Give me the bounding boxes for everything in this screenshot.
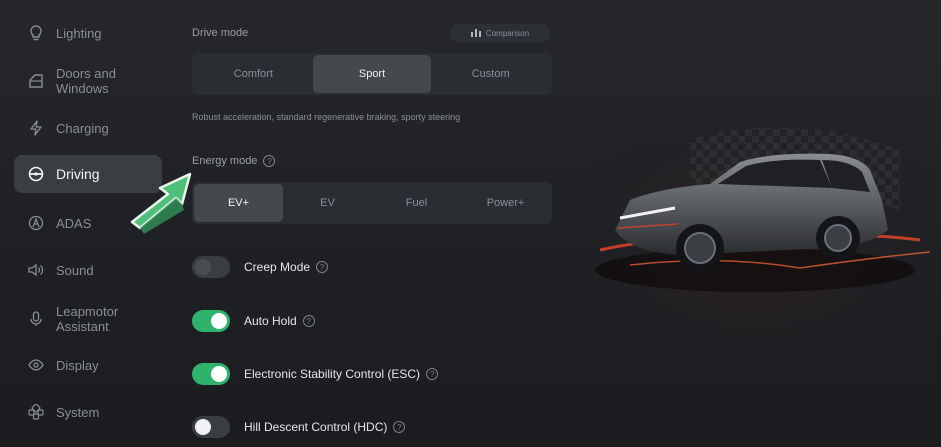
steering-wheel-icon	[28, 166, 44, 182]
sidebar-item-charging[interactable]: Charging	[14, 109, 162, 147]
auto-hold-row: Auto Hold ?	[192, 308, 315, 334]
help-icon[interactable]: ?	[393, 421, 406, 433]
auto-hold-label: Auto Hold	[244, 314, 297, 328]
toggle-knob	[211, 313, 227, 329]
esc-label: Electronic Stability Control (ESC)	[244, 367, 421, 381]
help-icon[interactable]: ?	[426, 368, 439, 380]
sidebar-item-doors-and-windows[interactable]: Doors and Windows	[14, 62, 162, 100]
pointer-arrow-icon	[130, 172, 192, 234]
toggle-knob	[195, 259, 211, 275]
energy-mode-selector: EV+ EV Fuel Power+	[192, 182, 552, 224]
creep-mode-label: Creep Mode	[244, 260, 311, 274]
help-icon[interactable]: ?	[302, 315, 315, 327]
drive-mode-sport[interactable]: Sport	[312, 55, 432, 93]
adas-icon	[28, 215, 44, 231]
auto-hold-toggle[interactable]	[192, 310, 230, 332]
energy-mode-heading: Energy mode ?	[192, 155, 276, 167]
energy-mode-ev[interactable]: EV	[283, 184, 372, 222]
drive-mode-selector: Comfort Sport Custom	[192, 53, 552, 95]
comparison-button[interactable]: Comparison	[450, 24, 550, 43]
drive-mode-label: Drive mode	[192, 27, 249, 39]
eye-icon	[28, 357, 44, 373]
car-door-icon	[28, 73, 44, 89]
help-icon[interactable]: ?	[316, 261, 329, 273]
sidebar-item-label: Driving	[56, 165, 100, 182]
sidebar-item-leapmotor-assistant[interactable]: Leapmotor Assistant	[14, 300, 162, 338]
esc-toggle[interactable]	[192, 363, 230, 385]
hdc-toggle[interactable]	[192, 416, 230, 438]
system-icon	[28, 404, 44, 420]
sidebar-item-label: ADAS	[56, 215, 92, 231]
sidebar-item-label: Doors and Windows	[56, 66, 116, 96]
sidebar-item-display[interactable]: Display	[14, 346, 162, 384]
sidebar-item-label: Leapmotor Assistant	[56, 304, 119, 334]
drive-mode-custom[interactable]: Custom	[431, 55, 550, 93]
hdc-label: Hill Descent Control (HDC)	[244, 420, 388, 434]
settings-screen: Lighting Doors and Windows Charging Driv…	[0, 0, 941, 447]
hdc-row: Hill Descent Control (HDC) ?	[192, 414, 406, 440]
bar-chart-icon	[470, 28, 481, 39]
sidebar-item-label: Charging	[56, 120, 109, 136]
microphone-icon	[28, 311, 44, 327]
speaker-icon	[28, 262, 44, 278]
drive-mode-comfort[interactable]: Comfort	[194, 55, 313, 93]
comparison-label: Comparison	[485, 29, 530, 38]
sidebar-item-label: Lighting	[56, 25, 102, 41]
toggle-knob	[195, 419, 211, 435]
energy-mode-power-plus[interactable]: Power+	[461, 184, 550, 222]
driving-settings-panel: Drive mode Comparison Comfort Sport Cust…	[190, 0, 560, 447]
energy-mode-ev-plus[interactable]: EV+	[194, 184, 283, 222]
drive-mode-description: Robust acceleration, standard regenerati…	[192, 112, 461, 122]
toggle-knob	[211, 366, 227, 382]
help-icon[interactable]: ?	[263, 155, 276, 167]
creep-mode-toggle[interactable]	[192, 256, 230, 278]
creep-mode-row: Creep Mode ?	[192, 254, 329, 280]
sidebar-item-label: System	[56, 404, 100, 420]
sidebar-item-lighting[interactable]: Lighting	[14, 14, 162, 52]
car-image	[570, 80, 941, 340]
energy-mode-fuel[interactable]: Fuel	[372, 184, 461, 222]
bulb-icon	[28, 25, 44, 41]
sidebar-item-label: Display	[56, 357, 99, 373]
sidebar-item-label: Sound	[56, 262, 94, 278]
sidebar-item-sound[interactable]: Sound	[14, 251, 162, 289]
bolt-icon	[28, 120, 44, 136]
esc-row: Electronic Stability Control (ESC) ?	[192, 361, 439, 387]
sidebar-item-system[interactable]: System	[14, 393, 162, 431]
